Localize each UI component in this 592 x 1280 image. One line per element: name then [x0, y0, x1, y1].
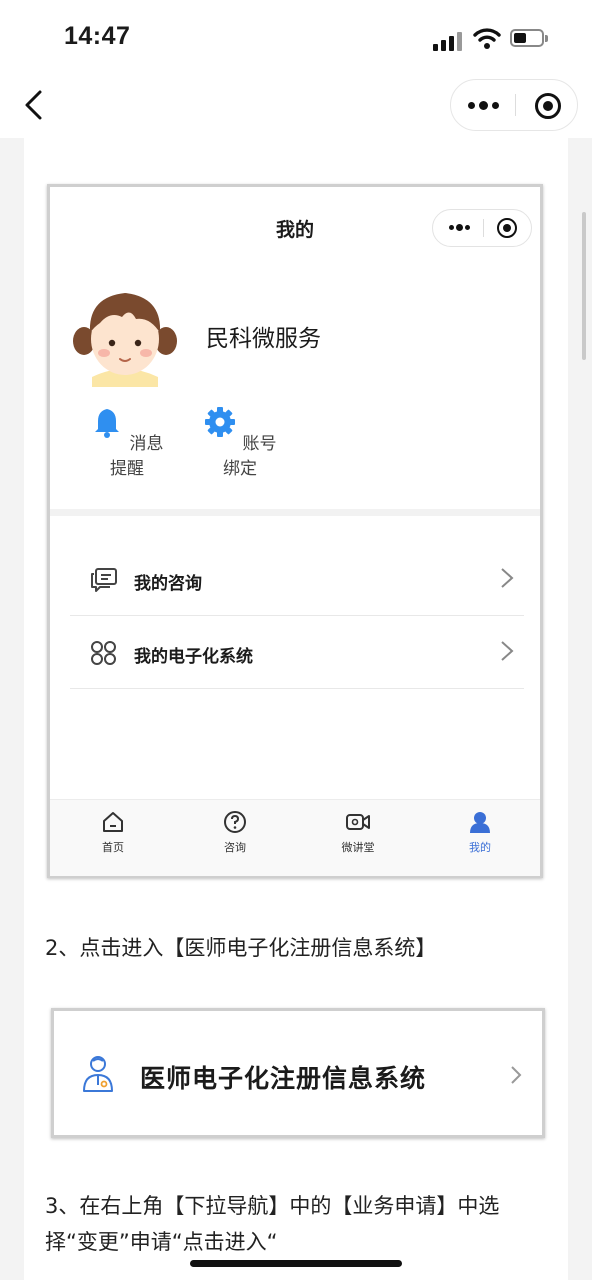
wifi-icon — [473, 28, 501, 49]
more-dots-icon — [449, 224, 470, 231]
tab-label: 微讲堂 — [341, 841, 375, 854]
chevron-right-icon — [501, 641, 514, 661]
battery-icon — [510, 29, 548, 47]
quick-action-notifications: 消息提醒 — [82, 405, 172, 479]
capsule-divider — [515, 94, 516, 116]
tab-label: 咨询 — [224, 841, 246, 854]
quick-action-label: 账号绑定 — [223, 434, 277, 479]
avatar — [73, 293, 177, 387]
doctor-registration-system-entry: 医师电子化注册信息系统 — [51, 1008, 545, 1138]
tab-label: 首页 — [102, 841, 124, 854]
miniprogram-target-icon[interactable] — [535, 93, 561, 119]
profile-name: 民科微服务 — [206, 326, 321, 352]
cellular-signal-icon — [433, 31, 463, 51]
tab-label: 我的 — [469, 841, 491, 854]
chevron-right-icon — [511, 1066, 522, 1084]
more-dots-icon[interactable] — [451, 80, 515, 130]
system-entry-label: 医师电子化注册信息系统 — [140, 1064, 427, 1093]
screenshot-tab-bar: 首页 咨询 微讲堂 我的 — [50, 799, 540, 876]
scrollbar[interactable] — [582, 212, 586, 360]
video-icon — [346, 814, 370, 830]
screenshot-capsule — [432, 209, 532, 247]
section-divider — [50, 509, 540, 516]
tab-mine: 我的 — [440, 810, 520, 855]
step-3-text: 3、在右上角【下拉导航】中的【业务申请】中选择“变更”申请“点击进入“ — [45, 1194, 500, 1254]
doctor-icon — [83, 1056, 113, 1092]
chat-icon — [91, 568, 117, 592]
nav-bar — [0, 72, 592, 138]
capsule-divider — [483, 219, 484, 237]
status-bar: 14:47 — [0, 0, 592, 72]
miniprogram-target-icon — [497, 218, 517, 238]
user-icon — [470, 812, 490, 833]
menu-item-my-electronic-system: 我的电子化系统 — [70, 616, 524, 689]
profile-screenshot: 我的 民科微服务 消息提醒 账号绑定 我的咨询 我的电子化系统 首页 咨询 微讲… — [47, 184, 543, 878]
quick-action-account-binding: 账号绑定 — [195, 405, 285, 479]
miniprogram-capsule — [450, 79, 578, 131]
home-icon — [103, 812, 123, 832]
bell-icon — [95, 409, 120, 438]
menu-item-my-consultation: 我的咨询 — [70, 543, 524, 616]
tab-micro-lecture: 微讲堂 — [318, 810, 398, 855]
chevron-right-icon — [501, 568, 514, 588]
status-time: 14:47 — [64, 22, 131, 50]
step-2-text: 2、点击进入【医师电子化注册信息系统】 — [45, 936, 437, 960]
menu-item-label: 我的咨询 — [134, 574, 202, 594]
back-chevron-icon[interactable] — [18, 88, 52, 122]
gear-icon — [205, 407, 236, 437]
apps-icon — [91, 641, 116, 665]
menu-item-label: 我的电子化系统 — [134, 647, 253, 667]
home-indicator — [190, 1260, 402, 1267]
tab-home: 首页 — [73, 810, 153, 855]
question-icon — [224, 811, 246, 833]
tab-consult: 咨询 — [195, 810, 275, 855]
quick-action-label: 消息提醒 — [110, 434, 164, 479]
